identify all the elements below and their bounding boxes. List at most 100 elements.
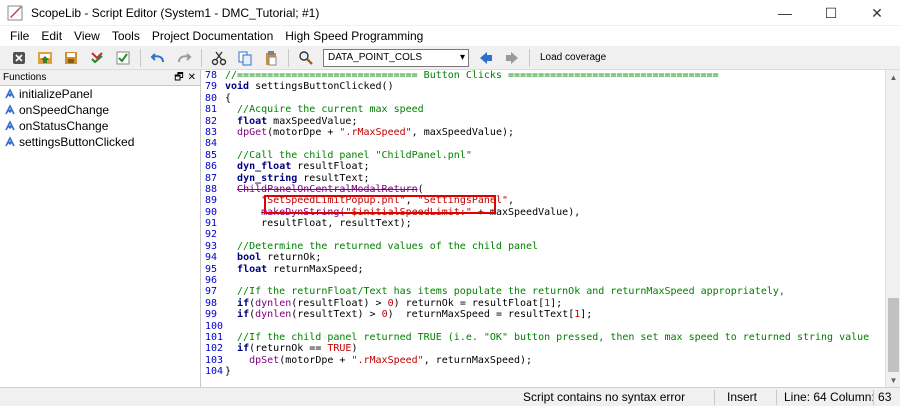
close-panel-icon[interactable]: ✕ — [188, 70, 196, 85]
line-number: 98 — [205, 297, 218, 309]
code-text: //If the returnFloat/Text has items popu… — [225, 286, 885, 297]
forward-arrow-icon[interactable] — [501, 48, 523, 68]
line-number: 96 — [205, 275, 218, 287]
function-item[interactable]: settingsButtonClicked — [0, 134, 200, 150]
code-token: TRUE — [327, 343, 352, 355]
line-number: 91 — [205, 218, 218, 230]
status-separator — [873, 390, 874, 405]
code-token: } — [225, 366, 232, 378]
status-cursor-position: Line: 64 Column: 63 — [784, 390, 892, 404]
code-token: if — [237, 309, 250, 321]
float-panel-icon[interactable]: 🗗 — [174, 70, 183, 85]
line-number: 99 — [205, 309, 218, 321]
menu-tools[interactable]: Tools — [106, 26, 146, 46]
code-line: 87 dyn_string resultText; — [203, 173, 885, 184]
menu-project-documentation[interactable]: Project Documentation — [146, 26, 279, 46]
save-icon[interactable] — [34, 48, 56, 68]
code-line: 104} — [203, 366, 885, 377]
line-number: 104 — [205, 366, 224, 378]
functions-panel: Functions 🗗 ✕ initializePanel onSpeedChan… — [0, 70, 201, 387]
code-editor[interactable]: 78 //============================== Butto… — [203, 70, 885, 387]
close-icon[interactable] — [8, 48, 30, 68]
vertical-scrollbar[interactable]: ▲ ▼ — [885, 70, 900, 387]
line-number: 83 — [205, 126, 218, 138]
copy-icon[interactable] — [234, 48, 256, 68]
line-number: 81 — [205, 104, 218, 116]
code-line: 82 float maxSpeedValue; — [203, 116, 885, 127]
find-icon[interactable] — [295, 48, 317, 68]
line-number: 95 — [205, 263, 218, 275]
redo-icon[interactable] — [173, 48, 195, 68]
code-token: (resultText) > — [291, 309, 382, 321]
line-number: 78 — [205, 70, 218, 81]
code-token: ".rMaxSpeed" — [351, 354, 424, 366]
load-coverage-button[interactable]: Load coverage — [540, 52, 606, 63]
check-icon[interactable] — [86, 48, 108, 68]
datapoint-select[interactable]: DATA_POINT_COLS ▾ — [323, 48, 469, 67]
function-icon — [4, 88, 16, 100]
function-item[interactable]: initializePanel — [0, 86, 200, 102]
function-item[interactable]: onStatusChange — [0, 118, 200, 134]
paste-icon[interactable] — [260, 48, 282, 68]
code-token: maxSpeedValue; — [267, 115, 358, 127]
toolbar-separator — [529, 48, 530, 67]
scroll-up-icon[interactable]: ▲ — [886, 70, 900, 84]
menu-view[interactable]: View — [68, 26, 106, 46]
line-number: 102 — [205, 343, 224, 355]
cut-icon[interactable] — [208, 48, 230, 68]
line-number: 88 — [205, 183, 218, 195]
minimize-button[interactable]: — — [762, 0, 808, 26]
maximize-button[interactable]: ☐ — [808, 0, 854, 26]
code-line: 80 { — [203, 93, 885, 104]
code-text: resultFloat, resultText); — [225, 218, 885, 229]
code-token: returnOk; — [261, 252, 322, 264]
save-as-icon[interactable] — [60, 48, 82, 68]
window-title: ScopeLib - Script Editor (System1 - DMC_… — [31, 5, 320, 20]
code-token: (motorDpe + — [267, 126, 340, 138]
function-icon — [4, 136, 16, 148]
code-token: ".rMaxSpeed" — [339, 126, 412, 138]
code-token: //Acquire the current max speed — [225, 104, 424, 116]
code-token: ) returnMaxSpeed = resultText[ — [387, 309, 575, 321]
code-token: , maxSpeedValue); — [411, 126, 515, 138]
highlight-annotation — [264, 195, 496, 214]
function-icon — [4, 104, 16, 116]
verify-icon[interactable] — [112, 48, 134, 68]
scroll-thumb[interactable] — [888, 298, 899, 372]
code-token: bool — [237, 252, 262, 264]
code-text: if(returnOk == TRUE) — [225, 343, 885, 354]
code-token: dpSet — [249, 354, 280, 366]
code-token: //============================== Button … — [225, 70, 719, 81]
code-text: } — [225, 366, 885, 377]
scroll-down-icon[interactable]: ▼ — [886, 373, 900, 387]
chevron-down-icon: ▾ — [459, 52, 465, 63]
line-number: 94 — [205, 252, 218, 264]
menu-file[interactable]: File — [4, 26, 35, 46]
function-item[interactable]: onSpeedChange — [0, 102, 200, 118]
menu-high-speed-programming[interactable]: High Speed Programming — [279, 26, 429, 46]
status-bar: Script contains no syntax error Insert L… — [0, 387, 900, 406]
line-number: 85 — [205, 149, 218, 161]
undo-icon[interactable] — [147, 48, 169, 68]
menu-edit[interactable]: Edit — [35, 26, 68, 46]
close-button[interactable]: ✕ — [854, 0, 900, 26]
code-token: if — [237, 297, 250, 309]
code-line: 79 void settingsButtonClicked() — [203, 81, 885, 92]
code-token: float — [237, 263, 268, 275]
code-token: , returnMaxSpeed); — [423, 354, 533, 366]
code-token: resultFloat, resultText); — [225, 218, 412, 230]
line-number: 89 — [205, 195, 218, 207]
line-number: 84 — [205, 138, 218, 150]
toolbar-separator — [201, 48, 202, 67]
back-arrow-icon[interactable] — [475, 48, 497, 68]
code-text: //If the child panel returned TRUE (i.e.… — [225, 332, 885, 343]
code-line: 103 dpSet(motorDpe + ".rMaxSpeed", retur… — [203, 355, 885, 366]
